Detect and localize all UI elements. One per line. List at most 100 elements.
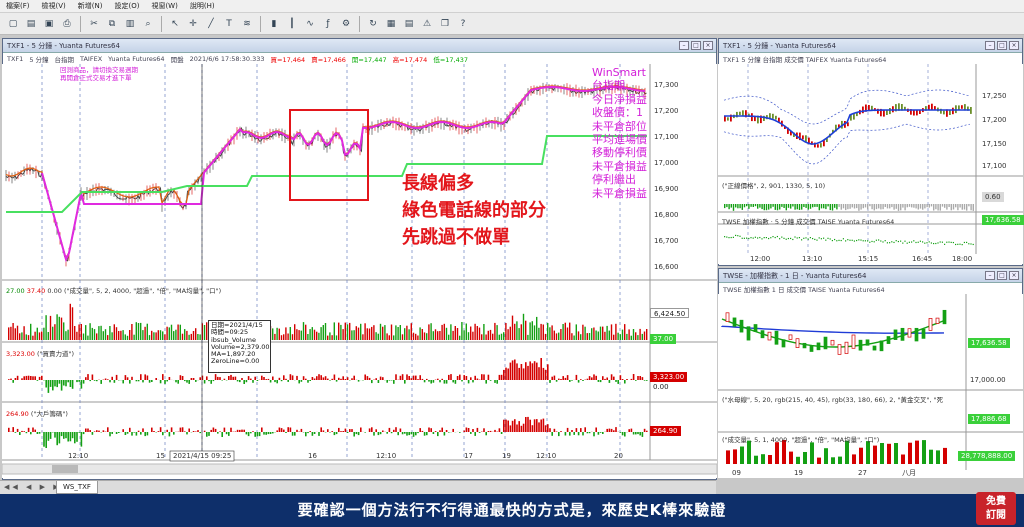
volume-bar — [604, 331, 606, 340]
bigplayer-bar — [531, 425, 534, 432]
bigplayer-bar — [368, 428, 371, 432]
help-icon[interactable]: ? — [456, 17, 470, 31]
rb-candle — [907, 328, 912, 338]
volume-bar — [111, 332, 113, 340]
bigplayer-bar — [267, 432, 270, 435]
bigplayer-bar — [463, 430, 465, 432]
rt-twse-point — [959, 243, 961, 245]
buysell-bar — [582, 380, 584, 381]
text-icon[interactable]: T — [222, 17, 236, 31]
buysell-bar — [214, 374, 217, 380]
zoom-icon[interactable]: ⌕ — [141, 17, 155, 31]
volume-bar — [551, 325, 553, 340]
maximize-icon[interactable]: □ — [997, 271, 1007, 280]
volume-bar — [56, 314, 58, 340]
buysell-bar — [626, 379, 628, 380]
minimize-icon[interactable]: – — [985, 41, 995, 50]
close-icon[interactable]: × — [703, 41, 713, 50]
grid-icon[interactable]: ▦ — [384, 17, 398, 31]
bigplayer-bar — [487, 431, 490, 432]
bigplayer-bar — [377, 432, 380, 436]
volume-bar — [560, 329, 562, 340]
symbol-label[interactable]: TXF1 — [7, 55, 23, 63]
alert-icon[interactable]: ⚠ — [420, 17, 434, 31]
crosshair-icon[interactable]: ✛ — [186, 17, 200, 31]
volume-bar — [426, 333, 428, 340]
right-top-canvas[interactable]: 17,250 17,200 17,150 17,100 12:00 13:10 15:15 1… — [718, 64, 1023, 264]
window-icon[interactable]: ❐ — [438, 17, 452, 31]
buysell-bar — [283, 375, 285, 380]
bigplayer-bar — [432, 432, 435, 434]
rt-twse-point — [737, 235, 739, 237]
line-icon[interactable]: ╱ — [204, 17, 218, 31]
copy-icon[interactable]: ⧉ — [105, 17, 119, 31]
rt-twse-point — [798, 236, 800, 239]
bigplayer-bar — [452, 428, 454, 432]
volume-bar — [203, 325, 206, 340]
volume-bar — [16, 325, 19, 340]
rb-volume-bar — [740, 446, 744, 464]
rt-x-tick-label: 13:10 — [802, 255, 822, 263]
pointer-icon[interactable]: ↖ — [168, 17, 182, 31]
menu-item[interactable]: 說明(H) — [190, 1, 215, 11]
close-icon[interactable]: × — [1009, 271, 1019, 280]
buysell-bar — [87, 374, 89, 380]
menu-item[interactable]: 視窗(W) — [151, 1, 177, 11]
subscribe-button[interactable]: 免費 訂閱 — [976, 492, 1016, 525]
maximize-icon[interactable]: □ — [997, 41, 1007, 50]
bigplayer-bar — [91, 432, 94, 435]
buysell-bar — [124, 375, 127, 380]
volume-bar — [85, 325, 87, 340]
settings-icon[interactable]: ⚙ — [339, 17, 353, 31]
buysell-bar — [254, 376, 256, 380]
buysell-bar — [643, 380, 646, 381]
rt-twse-point — [941, 241, 943, 243]
rt-candle — [856, 113, 858, 117]
menu-item[interactable]: 檔案(F) — [6, 1, 30, 11]
menu-item[interactable]: 新增(N) — [78, 1, 103, 11]
tab-ws-txf[interactable]: WS_TXF — [56, 481, 98, 494]
paste-icon[interactable]: ▥ — [123, 17, 137, 31]
right-top-titlebar[interactable]: TXF1 - 5 分鐘 - Yuanta Futures64 – □ × — [719, 39, 1022, 53]
rb-candle — [809, 345, 814, 352]
bigplayer-tag: 264.90 — [650, 426, 681, 436]
volume-bar — [511, 315, 514, 340]
main-chart-titlebar[interactable]: TXF1 - 5 分鐘 - Yuanta Futures64 – □ × — [3, 39, 716, 53]
close-icon[interactable]: × — [1009, 41, 1019, 50]
menu-item[interactable]: 檢視(V) — [42, 1, 66, 11]
indicator-icon[interactable]: ƒ — [321, 17, 335, 31]
table-icon[interactable]: ▤ — [402, 17, 416, 31]
rt-indicator-bar — [935, 204, 937, 210]
buysell-bar — [404, 380, 406, 384]
buysell-bar — [188, 380, 190, 384]
volume-bar — [445, 327, 448, 340]
rb-x-tick-label: 19 — [794, 469, 803, 477]
volume-bar — [602, 326, 604, 340]
line-chart-icon[interactable]: ∿ — [303, 17, 317, 31]
new-icon[interactable]: ▢ — [6, 17, 20, 31]
rt-twse-point — [930, 242, 932, 244]
vol-indicator-name: ("成交量", 5, 2, 4000, "超過", "倍", "MA均量", "… — [63, 287, 222, 295]
volume-bar — [137, 323, 140, 340]
rb-x-tick-label: 八月 — [902, 469, 916, 477]
cut-icon[interactable]: ✂ — [87, 17, 101, 31]
rt-indicator-bar — [880, 204, 882, 210]
period-label[interactable]: 5 分鐘 — [29, 54, 48, 64]
rt-indicator-bar — [761, 204, 763, 210]
minimize-icon[interactable]: – — [679, 41, 689, 50]
save-icon[interactable]: ▣ — [42, 17, 56, 31]
right-bottom-titlebar[interactable]: TWSE - 加權指數 - 1 日 - Yuanta Futures64 – □ × — [719, 269, 1022, 283]
bigplayer-bar — [47, 432, 50, 441]
bar-chart-icon[interactable]: ▮ — [267, 17, 281, 31]
rt-indicator-bar — [825, 204, 827, 210]
menu-item[interactable]: 設定(O) — [114, 1, 139, 11]
open-icon[interactable]: ▤ — [24, 17, 38, 31]
bigplayer-bar — [516, 424, 518, 432]
print-icon[interactable]: ⎙ — [60, 17, 74, 31]
refresh-icon[interactable]: ↻ — [366, 17, 380, 31]
minimize-icon[interactable]: – — [985, 271, 995, 280]
rt-indicator-bar — [959, 204, 961, 208]
maximize-icon[interactable]: □ — [691, 41, 701, 50]
candle-icon[interactable]: ┃ — [285, 17, 299, 31]
fib-icon[interactable]: ≋ — [240, 17, 254, 31]
